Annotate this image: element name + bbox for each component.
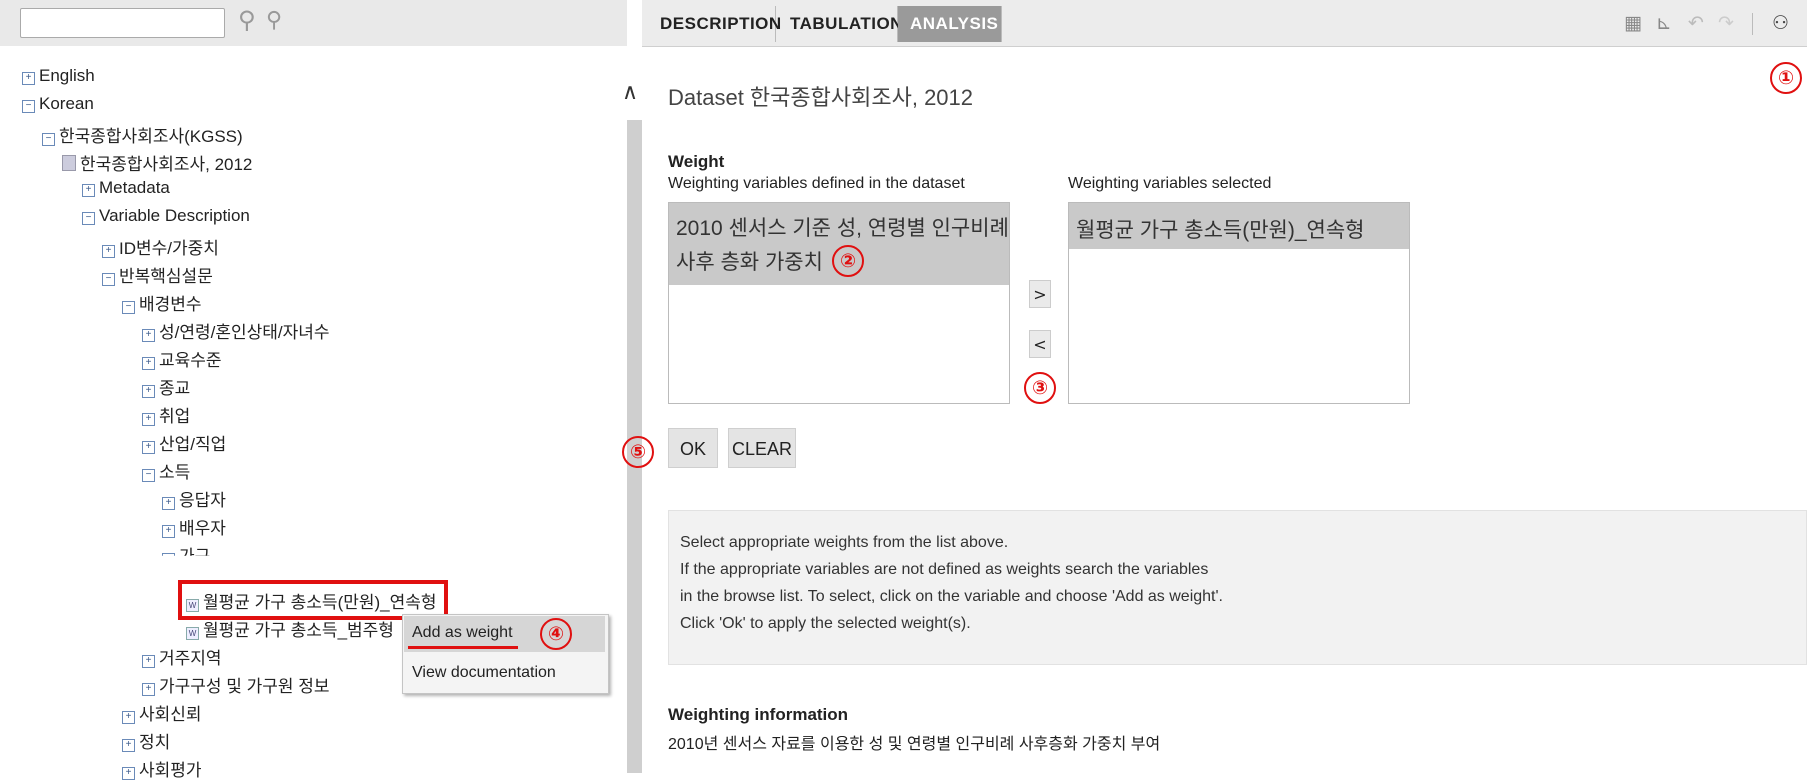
collapse-icon[interactable]: − xyxy=(122,301,135,314)
toolbar-divider xyxy=(1752,13,1753,35)
selected-weight-label: 월평균 가구 총소득(만원)_연속형 xyxy=(1076,219,1365,242)
tab-analysis[interactable]: ANALYSIS xyxy=(898,6,1002,42)
tree-node-politics[interactable]: + 정치 xyxy=(122,728,170,753)
advanced-search-icon[interactable]: ⚲ xyxy=(266,8,282,33)
collapse-icon[interactable]: − xyxy=(22,100,35,113)
help-line-2: If the appropriate variables are not def… xyxy=(680,561,1209,578)
weighting-info-text: 2010년 센서스 자료를 이용한 성 및 연령별 인구비례 사후층화 가중치 … xyxy=(668,736,1161,753)
callout-1: ① xyxy=(1770,62,1802,94)
weight-heading: Weight xyxy=(668,152,725,171)
collapse-icon[interactable]: − xyxy=(142,469,155,482)
tab-description[interactable]: DESCRIPTION xyxy=(648,6,781,42)
search-input[interactable] xyxy=(20,8,225,38)
expand-icon[interactable]: + xyxy=(142,329,155,342)
dataset-title: Dataset 한국종합사회조사, 2012 xyxy=(668,85,974,110)
weighting-info-heading: Weighting information xyxy=(668,705,849,724)
binoculars-icon[interactable]: ⚇ xyxy=(1772,12,1789,34)
tree-node-next[interactable]: + 사회평가 xyxy=(122,756,202,781)
tree-node-variable-description[interactable]: − Variable Description xyxy=(82,206,250,226)
chart-icon[interactable]: ⊾ xyxy=(1656,12,1672,34)
dataset-icon xyxy=(62,155,76,171)
add-as-weight-label[interactable]: Add as weight xyxy=(412,624,513,642)
expand-icon[interactable]: + xyxy=(22,72,35,85)
tree-node-english[interactable]: + English xyxy=(22,66,95,86)
tree-node-spouse[interactable]: + 배우자 xyxy=(162,514,226,539)
expand-icon[interactable]: + xyxy=(162,525,175,538)
tree-node-residence[interactable]: + 거주지역 xyxy=(142,644,222,669)
expand-icon[interactable]: + xyxy=(122,739,135,752)
tab-tabulation[interactable]: TABULATION xyxy=(778,6,902,42)
ok-button[interactable]: OK xyxy=(668,428,718,468)
expand-icon[interactable]: + xyxy=(122,711,135,724)
variable-icon: W xyxy=(186,627,199,640)
tree-node-education[interactable]: + 교육수준 xyxy=(142,346,222,371)
redo-icon[interactable]: ↷ xyxy=(1718,12,1734,34)
underline-annotation xyxy=(408,646,518,649)
help-line-1: Select appropriate weights from the list… xyxy=(680,534,1009,551)
expand-icon[interactable]: + xyxy=(102,245,115,258)
expand-icon[interactable]: + xyxy=(142,441,155,454)
move-left-button[interactable]: < xyxy=(1029,330,1051,358)
context-menu-view-documentation[interactable]: View documentation xyxy=(412,664,556,682)
collapse-icon[interactable]: − xyxy=(82,212,95,225)
defined-weights-label: Weighting variables defined in the datas… xyxy=(668,175,965,192)
selected-weights-label: Weighting variables selected xyxy=(1068,175,1272,192)
tree-node-income[interactable]: − 소득 xyxy=(142,458,190,483)
tree-node-korean[interactable]: − Korean xyxy=(22,94,94,114)
defined-weight-line1: 2010 센서스 기준 성, 연령별 인구비례 xyxy=(676,217,1009,240)
expand-icon[interactable]: + xyxy=(142,655,155,668)
help-line-4: Click 'Ok' to apply the selected weight(… xyxy=(680,615,971,632)
tree-node-background[interactable]: − 배경변수 xyxy=(122,290,202,315)
help-line-3: in the browse list. To select, click on … xyxy=(680,588,1223,605)
expand-icon[interactable]: + xyxy=(122,767,135,780)
tree-node-metadata[interactable]: + Metadata xyxy=(82,178,170,198)
tree-node-employment[interactable]: + 취업 xyxy=(142,402,190,427)
move-right-button[interactable]: > xyxy=(1029,280,1051,308)
expand-icon[interactable]: + xyxy=(142,683,155,696)
tree-node-kgss[interactable]: − 한국종합사회조사(KGSS) xyxy=(42,122,243,147)
collapse-icon[interactable]: − xyxy=(42,133,55,146)
undo-icon[interactable]: ↶ xyxy=(1688,12,1704,34)
tree-node-respondent[interactable]: + 응답자 xyxy=(162,486,226,511)
tree-node-industry[interactable]: + 산업/직업 xyxy=(142,430,226,455)
expand-icon[interactable]: + xyxy=(142,357,155,370)
search-icon[interactable]: ⚲ xyxy=(238,6,256,34)
collapse-icon[interactable]: − xyxy=(102,273,115,286)
callout-3: ③ xyxy=(1024,372,1056,404)
callout-4: ④ xyxy=(540,618,572,650)
tree-node-sex-age[interactable]: + 성/연령/혼인상태/자녀수 xyxy=(142,318,330,343)
expand-icon[interactable]: + xyxy=(162,497,175,510)
defined-weight-line2: 사후 층화 가중치 xyxy=(676,251,823,274)
tree-node-kgss-2012[interactable]: 한국종합사회조사, 2012 xyxy=(62,150,252,175)
expand-icon[interactable]: + xyxy=(142,385,155,398)
callout-2: ② xyxy=(832,245,864,277)
tree-node-household-info[interactable]: + 가구구성 및 가구원 정보 xyxy=(142,672,330,697)
expand-icon[interactable]: + xyxy=(142,413,155,426)
tree-node-core[interactable]: − 반복핵심설문 xyxy=(102,262,213,287)
expand-icon[interactable]: + xyxy=(82,184,95,197)
clear-button[interactable]: CLEAR xyxy=(728,428,796,468)
tree-node-id-weight[interactable]: + ID변수/가중치 xyxy=(102,234,219,259)
collapse-arrow-icon[interactable]: ∧ xyxy=(622,80,638,105)
tree-node-religion[interactable]: + 종교 xyxy=(142,374,190,399)
callout-5: ⑤ xyxy=(622,436,654,468)
tree-node-social-trust[interactable]: + 사회신뢰 xyxy=(122,700,202,725)
table-icon[interactable]: ▦ xyxy=(1624,12,1642,34)
